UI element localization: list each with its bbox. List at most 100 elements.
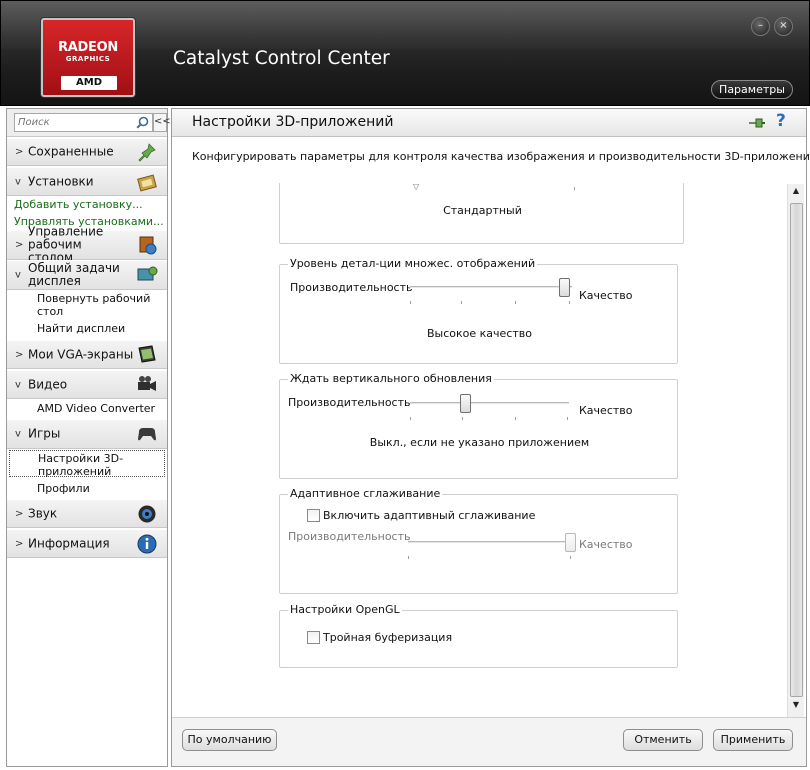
logo-text-radeon: RADEON — [58, 40, 118, 55]
pin-icon[interactable] — [748, 115, 766, 130]
slider-right-label: Качество — [579, 538, 633, 551]
slider-tick — [462, 417, 463, 420]
search-input[interactable] — [18, 115, 128, 130]
sidebar-section-common-display-tasks[interactable]: v Общий задачи дисплея — [7, 260, 167, 290]
logo-text-graphics: GRAPHICS — [65, 55, 111, 63]
slider-value-text: Стандартный — [443, 204, 522, 217]
adaptive-aa-slider-thumb[interactable] — [565, 533, 576, 552]
slider-right-label: Качество — [579, 404, 633, 417]
sidebar-section-presets[interactable]: v Установки — [7, 167, 167, 196]
monitor-icon — [138, 344, 156, 363]
sidebar-item-find-displays[interactable]: Найти дисплеи — [37, 322, 165, 335]
slider-value-text: Выкл., если не указано приложением — [369, 436, 590, 449]
sidebar-section-label: Сохраненные — [28, 144, 114, 159]
speaker-icon — [138, 505, 156, 522]
slider-tick — [408, 556, 409, 559]
slider-thumb-pointer-icon: ▽ — [413, 183, 420, 191]
presets-icon — [137, 174, 157, 191]
chevron-right-icon: > — [15, 538, 24, 549]
chevron-right-icon: > — [15, 146, 24, 158]
search-icon[interactable] — [136, 116, 149, 129]
settings-group-vsync: Ждать вертикального обновления Производи… — [279, 372, 678, 479]
sidebar-section-label: Видео — [28, 377, 68, 391]
slider-left-label: Производительность — [290, 281, 413, 294]
adaptive-aa-checkbox[interactable] — [307, 509, 320, 522]
sidebar-section-games[interactable]: v Игры — [7, 419, 167, 449]
scroll-up-arrow-icon[interactable]: ▲ — [789, 186, 803, 201]
radeon-logo: RADEON GRAPHICS AMD — [41, 18, 135, 97]
slider-track[interactable] — [408, 541, 572, 544]
checkbox-label: Включить адаптивный сглаживание — [323, 509, 536, 522]
chevron-down-icon: v — [15, 269, 21, 281]
search-row: << — [7, 109, 171, 137]
slider-right-label: Качество — [579, 289, 633, 302]
slider-tick — [515, 417, 516, 420]
collapse-sidebar-button[interactable]: << — [153, 113, 171, 132]
sidebar-item-rotate-desktop[interactable]: Повернуть рабочий стол — [37, 292, 165, 318]
sidebar-item-amd-video-converter[interactable]: AMD Video Converter — [37, 402, 165, 415]
gamepad-icon — [138, 428, 156, 441]
slider-tick — [410, 417, 411, 420]
mipmap-slider-thumb[interactable] — [559, 278, 570, 297]
group-title: Ждать вертикального обновления — [288, 372, 494, 385]
scroll-down-arrow-icon[interactable]: ▼ — [789, 700, 803, 715]
sidebar-section-label: Управление рабочим столом — [28, 224, 104, 265]
title-bar: RADEON GRAPHICS AMD Catalyst Control Cen… — [0, 0, 810, 106]
search-box[interactable] — [14, 113, 153, 132]
checkbox-label: Тройная буферизация — [323, 631, 453, 644]
slider-tick — [567, 417, 568, 420]
main-panel: Настройки 3D-приложений ? Конфигурироват… — [171, 108, 810, 767]
sidebar-section-vga-screens[interactable]: > Мои VGA-экраны — [7, 340, 167, 369]
minimize-button[interactable]: – — [751, 17, 770, 36]
slider-tick — [410, 301, 411, 304]
sidebar-section-label: Установки — [28, 174, 94, 188]
page-title: Настройки 3D-приложений — [192, 114, 394, 130]
add-preset-link[interactable]: Добавить установку... — [14, 198, 174, 211]
sidebar-section-video[interactable]: v Видео — [7, 370, 167, 399]
group-title: Адаптивное сглаживание — [288, 487, 443, 500]
chevron-right-icon: > — [15, 239, 24, 251]
chevron-right-icon: > — [15, 349, 24, 360]
apply-button[interactable]: Применить — [713, 729, 793, 751]
slider-track[interactable] — [410, 402, 569, 405]
sidebar-section-label: Игры — [28, 426, 61, 441]
pin-icon — [138, 143, 156, 162]
settings-group-opengl: Настройки OpenGL Тройная буферизация — [279, 603, 678, 668]
slider-left-label: Производительность — [288, 530, 411, 543]
triple-buffering-checkbox[interactable] — [307, 631, 320, 644]
scrollbar-thumb[interactable] — [790, 203, 803, 697]
vertical-scrollbar[interactable]: ▲ ▼ — [787, 184, 804, 717]
settings-group-partial: ▽ Стандартный — [279, 183, 684, 244]
info-icon — [137, 534, 157, 553]
logo-text-amd: AMD — [61, 76, 117, 90]
desktop-management-icon — [139, 236, 157, 255]
default-button[interactable]: По умолчанию — [182, 729, 277, 751]
chevron-down-icon: v — [15, 428, 21, 440]
vsync-slider-thumb[interactable] — [460, 394, 471, 413]
page-description: Конфигурировать параметры для контроля к… — [192, 150, 810, 163]
slider-tick — [574, 187, 575, 190]
sidebar-section-label: Информация — [28, 536, 110, 550]
sidebar-section-sound[interactable]: > Звук — [7, 499, 167, 528]
sidebar-section-information[interactable]: > Информация — [7, 529, 167, 558]
page-header: Настройки 3D-приложений ? — [172, 109, 806, 137]
settings-group-mipmap: Уровень детал-ции множес. отображений Пр… — [279, 257, 678, 364]
display-tasks-icon — [137, 266, 158, 281]
group-title: Настройки OpenGL — [288, 603, 402, 616]
sidebar: << > Сохраненные v Установки Добавить ус… — [6, 108, 171, 767]
sidebar-section-saved[interactable]: > Сохраненные — [7, 138, 167, 166]
preferences-button[interactable]: Параметры — [711, 80, 793, 99]
cancel-button[interactable]: Отменить — [623, 729, 703, 751]
sidebar-section-label: Общий задачи дисплея — [28, 261, 120, 288]
slider-value-text: Высокое качество — [427, 327, 532, 340]
help-icon[interactable]: ? — [776, 111, 786, 131]
slider-track[interactable] — [410, 286, 572, 289]
close-button[interactable]: × — [774, 17, 793, 36]
sidebar-section-label: Мои VGA-экраны — [28, 347, 134, 361]
chevron-down-icon: v — [15, 176, 21, 187]
chevron-down-icon: v — [15, 379, 21, 390]
slider-tick — [515, 301, 516, 304]
sidebar-section-desktop-management[interactable]: > Управление рабочим столом — [7, 225, 167, 264]
settings-scroll-area: ▽ Стандартный Уровень детал-ции множес. … — [173, 183, 805, 717]
sidebar-item-3d-settings[interactable]: Настройки 3D-приложений — [9, 450, 165, 478]
